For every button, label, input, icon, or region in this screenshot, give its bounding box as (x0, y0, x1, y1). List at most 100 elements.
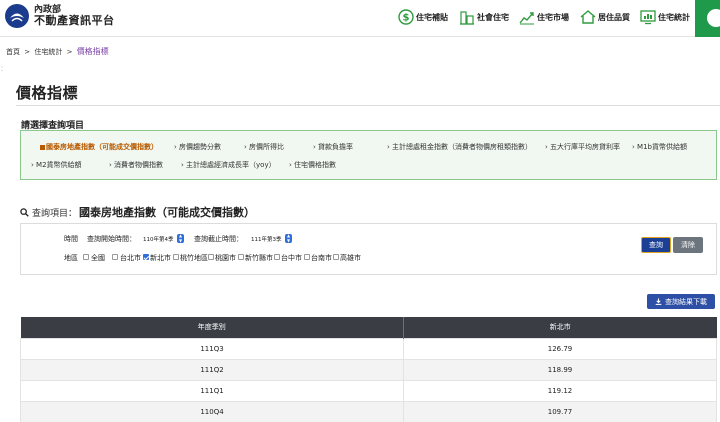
selected-square-icon (40, 144, 45, 150)
dollar-icon: $ (398, 9, 414, 25)
nav-living-quality[interactable]: 居住品質 (580, 8, 630, 26)
breadcrumb-parent[interactable]: 住宅統計 (34, 48, 62, 56)
region-checkbox-taozhu[interactable] (173, 254, 179, 260)
region-label-taozhu: 桃竹地區 (180, 254, 208, 262)
table-cell-value: 118.99 (403, 358, 717, 381)
breadcrumb-home[interactable]: 首頁 (6, 48, 20, 56)
region-label-taipei: 台北市 (120, 254, 141, 262)
table-cell-period: 110Q4 (20, 400, 404, 422)
site-name[interactable]: 不動產資訊平台 (34, 12, 115, 28)
house-icon (580, 10, 596, 24)
region-label-new-taipei: 新北市 (150, 254, 171, 262)
option-rent-index[interactable]: › 主計總處租金指數（消費者物價房租類指數） (387, 142, 532, 152)
monitor-chart-icon (640, 10, 656, 25)
table-cell-period: 111Q1 (20, 379, 404, 402)
dots-icon: ⁚ (1, 66, 3, 73)
query-heading: 查詢項目： 國泰房地產指數（可能成交價指數） (20, 204, 255, 220)
start-time-value: 110年第4季 (143, 236, 174, 243)
option-label: M2貨幣供給額 (36, 161, 82, 169)
breadcrumb: 首頁 > 住宅統計 > 價格指標 (6, 46, 109, 57)
region-checkbox-taipei[interactable] (112, 254, 118, 260)
option-label: 住宅價格指數 (294, 161, 337, 169)
nav-label: 住宅市場 (537, 12, 569, 22)
table-cell-period: 111Q2 (20, 358, 404, 381)
region-checkbox-taichung[interactable] (274, 254, 280, 260)
region-label-hsinchu: 新竹縣市 (245, 254, 273, 262)
nav-housing-stats[interactable]: 住宅統計 (640, 8, 690, 26)
page-title: 價格指標 (16, 84, 79, 102)
time-label: 時間 (64, 235, 78, 243)
start-time-label: 查詢開始時間： (87, 235, 136, 243)
region-checkbox-new-taipei[interactable] (143, 254, 149, 260)
breadcrumb-separator: > (24, 48, 31, 56)
trend-chart-icon (519, 12, 534, 25)
option-label: 主計總處租金指數（消費者物價房租類指數） (392, 143, 533, 151)
site-header: 內政部 不動產資訊平台 $ 住宅補貼 社會住宅 住宅市場 居住品質 住宅統計 (0, 0, 720, 37)
table-row: 111Q3 126.79 (20, 337, 717, 360)
nav-label: 住宅補貼 (416, 12, 448, 22)
corner-menu-button[interactable] (695, 0, 720, 37)
region-checkbox-taoyuan[interactable] (208, 254, 214, 260)
table-row: 111Q1 119.12 (20, 379, 717, 402)
query-value: 國泰房地產指數（可能成交價指數） (79, 206, 256, 219)
buildings-icon (460, 11, 474, 25)
option-label: M1b貨幣供給額 (637, 143, 687, 151)
region-label-taoyuan: 桃園市 (215, 254, 236, 262)
option-housing-price-index[interactable]: › 住宅價格指數 (289, 160, 336, 170)
nav-label: 住宅統計 (658, 12, 690, 22)
table-row: 111Q2 118.99 (20, 358, 717, 381)
option-price-income[interactable]: › 房價所得比 (244, 142, 284, 152)
divider (16, 105, 720, 106)
option-m1b[interactable]: › M1b貨幣供給額 (632, 142, 687, 152)
clear-button[interactable]: 清除 (673, 237, 703, 253)
option-mortgage-rate[interactable]: › 五大行庫平均房貸利率 (545, 142, 620, 152)
filter-panel: 時間 查詢開始時間： 110年第4季 ▲ ▼ 查詢截止時間： 111年第3季 ▲ ▼… (20, 223, 717, 275)
end-time-label: 查詢截止時間： (194, 235, 243, 243)
download-results-button[interactable]: 查詢結果下載 (647, 294, 715, 309)
breadcrumb-current: 價格指標 (76, 47, 109, 56)
option-label: 五大行庫平均房貸利率 (550, 143, 621, 151)
download-label: 查詢結果下載 (665, 297, 707, 306)
download-icon (655, 298, 662, 305)
table-row: 110Q4 109.77 (20, 400, 717, 422)
nav-social-housing[interactable]: 社會住宅 (459, 8, 509, 26)
region-label-tainan: 台南市 (311, 254, 332, 262)
nav-housing-subsidy[interactable]: $ 住宅補貼 (398, 8, 448, 26)
end-time-select[interactable]: 111年第3季 ▲ ▼ (248, 233, 292, 243)
option-m2[interactable]: › M2貨幣供給額 (31, 160, 82, 170)
option-label: 主計總處經濟成長率（yoy） (186, 161, 276, 169)
option-gdp-growth[interactable]: › 主計總處經濟成長率（yoy） (181, 160, 276, 170)
option-label: 消費者物價指數 (114, 161, 164, 169)
table-header-row: 年度季別 新北市 (20, 317, 717, 338)
option-label: 房價所得比 (249, 143, 285, 151)
option-price-trend[interactable]: › 房價趨勢分數 (174, 142, 221, 152)
region-checkbox-all[interactable] (83, 254, 89, 260)
column-header-new-taipei[interactable]: 新北市 (403, 317, 717, 338)
option-cathay-index[interactable]: 國泰房地產指數（可能成交價指數） (40, 142, 158, 152)
start-time-select[interactable]: 110年第4季 ▲ ▼ (140, 233, 184, 243)
query-button[interactable]: 查詢 (641, 237, 671, 253)
region-label-taichung: 台中市 (281, 254, 302, 262)
ministry-logo-icon[interactable] (4, 3, 30, 29)
region-checkbox-tainan[interactable] (304, 254, 310, 260)
option-cpi[interactable]: › 消費者物價指數 (109, 160, 163, 170)
nav-label: 社會住宅 (477, 12, 509, 22)
query-options-box: 國泰房地產指數（可能成交價指數） › 房價趨勢分數 › 房價所得比 › 貸款負擔… (20, 130, 717, 180)
table-cell-period: 111Q3 (20, 337, 404, 360)
end-time-value: 111年第3季 (251, 236, 282, 243)
nav-label: 居住品質 (598, 12, 630, 22)
table-cell-value: 109.77 (403, 400, 717, 422)
table-cell-value: 126.79 (403, 337, 717, 360)
select-arrows-icon: ▲ ▼ (285, 233, 292, 243)
select-arrows-icon: ▲ ▼ (177, 233, 184, 243)
option-label: 房價趨勢分數 (179, 143, 222, 151)
region-checkbox-hsinchu[interactable] (238, 254, 244, 260)
option-loan-burden[interactable]: › 貸款負擔率 (313, 142, 353, 152)
region-checkbox-kaohsiung[interactable] (333, 254, 339, 260)
table-cell-value: 119.12 (403, 379, 717, 402)
nav-housing-market[interactable]: 住宅市場 (519, 8, 569, 26)
option-label: 國泰房地產指數（可能成交價指數） (46, 143, 158, 151)
column-header-period[interactable]: 年度季別 (20, 317, 404, 338)
results-table: 年度季別 新北市 111Q3 126.79 111Q2 118.99 111Q1… (20, 317, 717, 422)
search-icon (20, 207, 29, 217)
